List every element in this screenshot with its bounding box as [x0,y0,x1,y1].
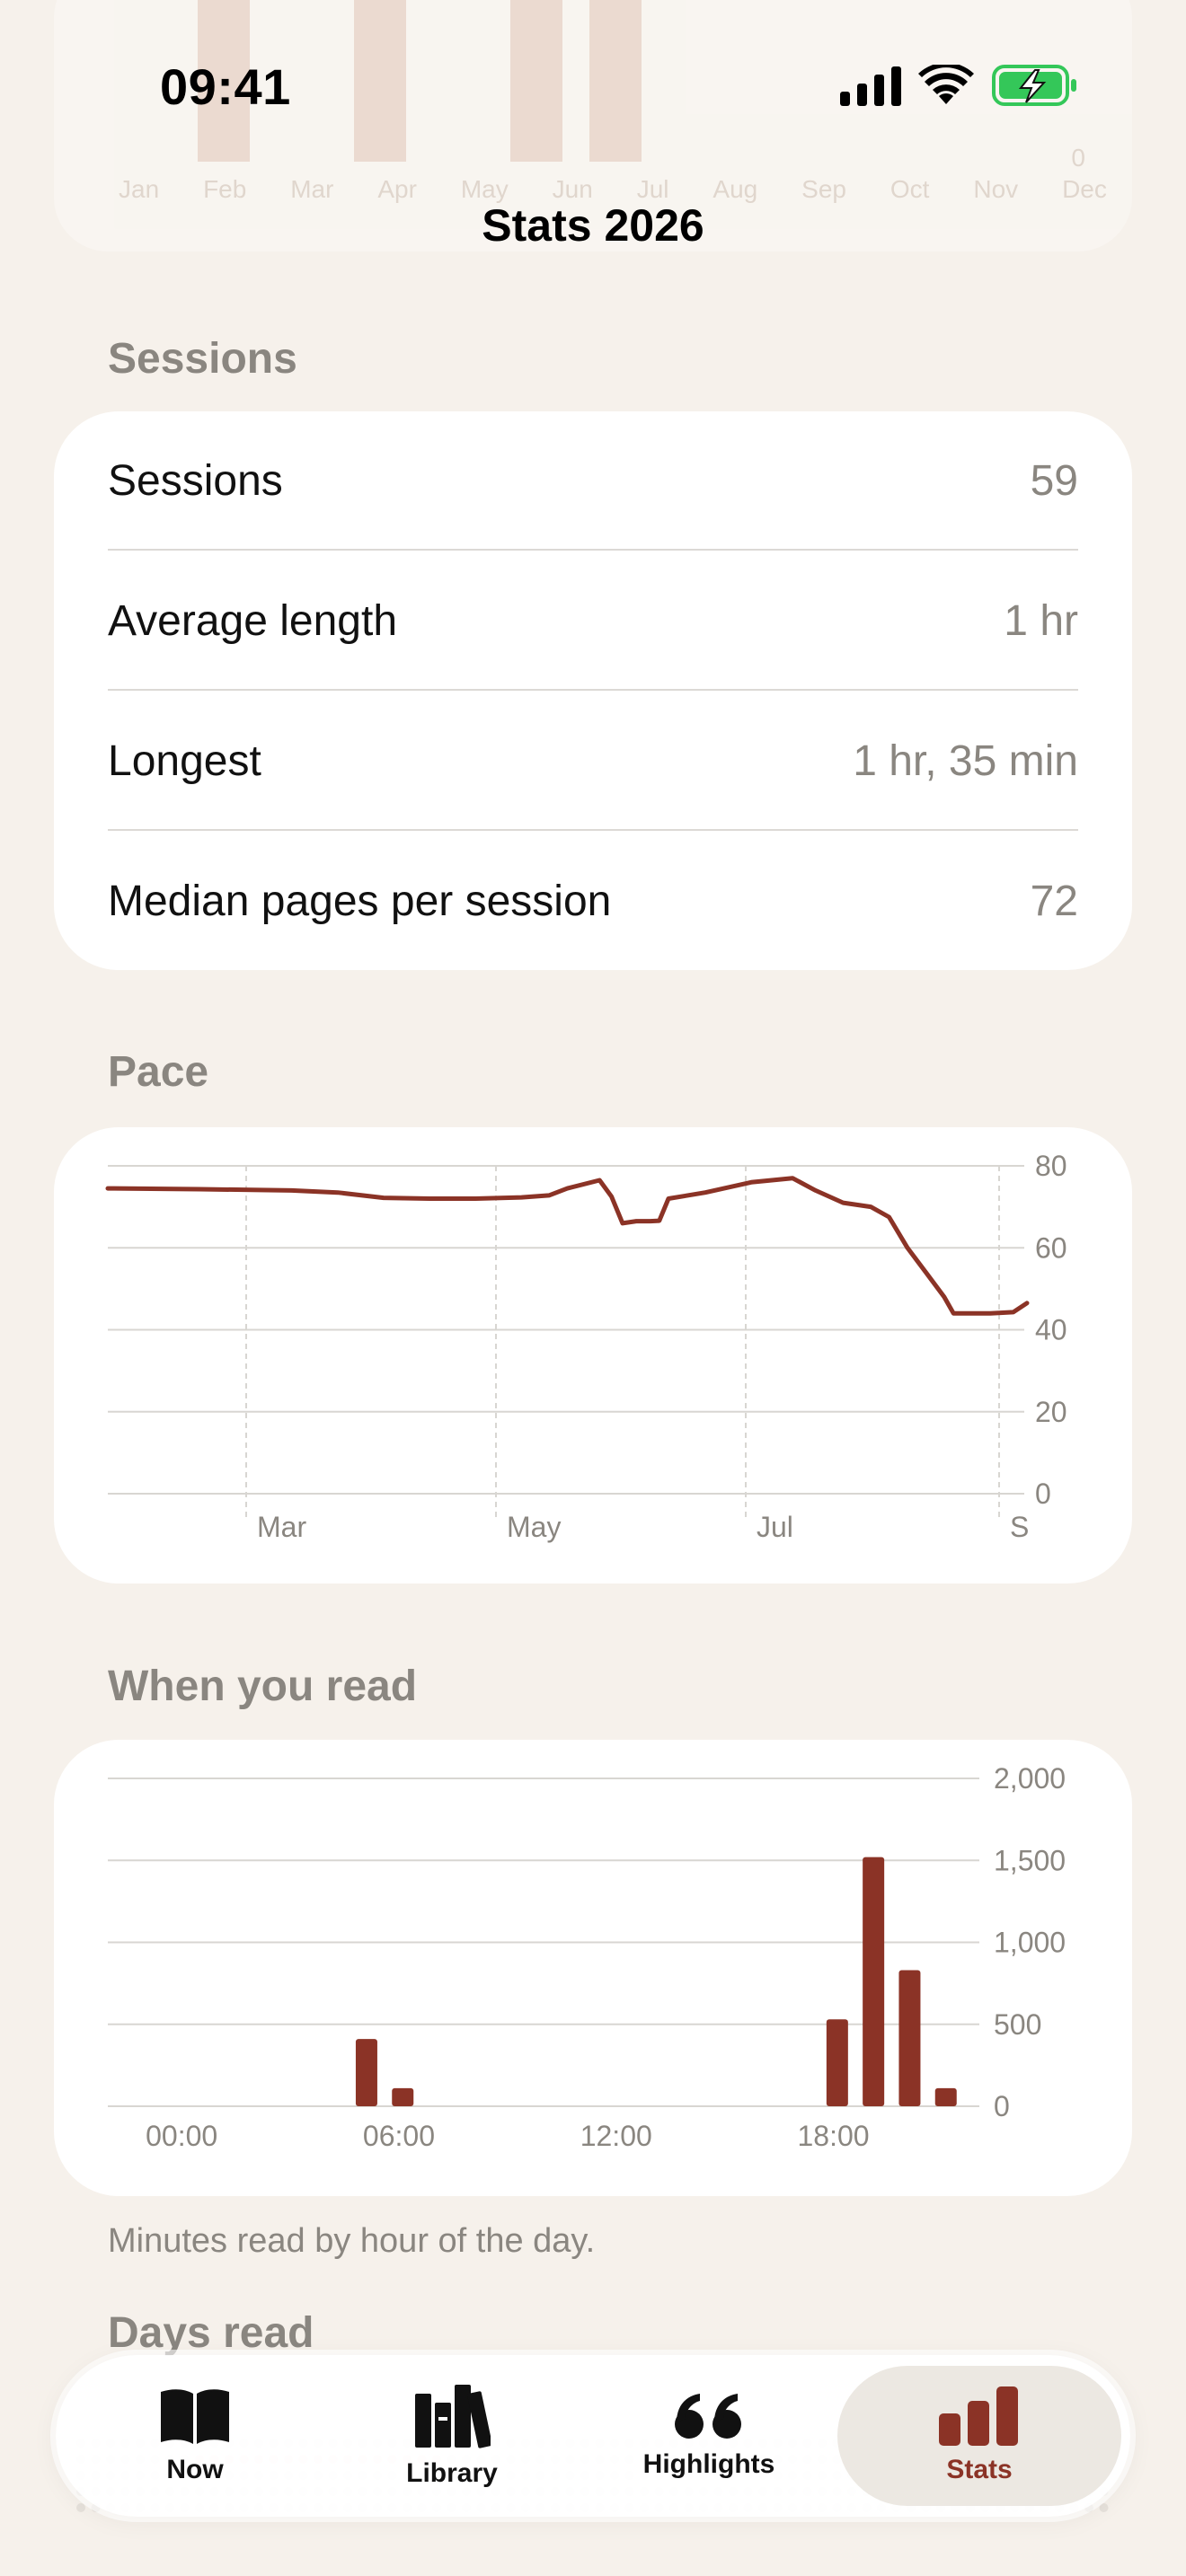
hour-bar [392,2087,414,2106]
hour-bar [863,1857,885,2106]
average-length-row: Average length 1 hr [108,551,1078,691]
divider [108,689,1078,691]
sessions-heading: Sessions [108,335,297,383]
longest-row: Longest 1 hr, 35 min [108,692,1078,831]
row-label: Median pages per session [108,878,612,925]
ghost-bar [589,0,642,162]
row-value: 1 hr [1004,597,1078,645]
row-label: Longest [108,737,261,785]
battery-charging-icon [992,65,1076,106]
pace-card: 0 20 40 60 80 Mar May Jul S [54,1127,1132,1584]
pace-heading: Pace [108,1048,209,1096]
row-value: 72 [1030,878,1078,925]
signal-icon [840,66,901,106]
x-tick-label: S [1010,1511,1029,1543]
y-tick-label: 60 [1035,1231,1067,1264]
x-tick-label: May [507,1511,561,1543]
ghost-zero-label: 0 [1071,144,1085,172]
books-icon [415,2385,491,2448]
tab-label: Now [166,2455,224,2484]
quote-icon [675,2394,741,2439]
y-tick-label: 1,000 [994,1927,1066,1959]
ghost-bar [354,0,406,162]
tab-now[interactable]: Now [92,2355,298,2517]
x-tick-label: 06:00 [363,2120,435,2152]
tab-stats[interactable]: Stats [863,2355,1096,2517]
chart-caption: Minutes read by hour of the day. [108,2222,596,2260]
hour-bar [898,1970,921,2106]
y-tick-label: 80 [1035,1150,1067,1182]
y-tick-label: 0 [994,2090,1010,2122]
tab-label: Stats [946,2455,1013,2484]
sessions-card: Sessions 59 Average length 1 hr Longest … [54,411,1132,970]
tab-label: Library [406,2458,498,2488]
y-tick-label: 500 [994,2008,1041,2041]
y-tick-label: 1,500 [994,1844,1066,1876]
ghost-bar [510,0,562,162]
heatmap-dot [76,2503,85,2512]
hour-bar [355,2039,377,2106]
y-tick-label: 40 [1035,1314,1067,1346]
divider [108,549,1078,551]
when-you-read-heading: When you read [108,1663,418,1710]
row-value: 59 [1030,457,1078,505]
hour-bar [934,2087,957,2106]
days-read-heading: Days read [108,2309,314,2357]
tab-library[interactable]: Library [349,2355,555,2517]
x-tick-label: 18:00 [798,2120,870,2152]
y-tick-label: 2,000 [994,1762,1066,1795]
row-label: Sessions [108,457,283,505]
wifi-icon [918,65,974,104]
y-tick-label: 20 [1035,1396,1067,1428]
hour-bar [826,2019,848,2106]
row-label: Average length [108,597,398,645]
tab-highlights[interactable]: Highlights [606,2355,812,2517]
tab-label: Highlights [642,2449,775,2479]
x-tick-label: 12:00 [580,2120,652,2152]
open-book-icon [161,2389,229,2444]
hourly-chart: 0 500 1,000 1,500 2,000 00:00 06:00 12:00 18:00 [108,1762,1066,2152]
median-pages-row: Median pages per session 72 [108,832,1078,971]
page-title: Stats 2026 [482,200,704,251]
x-tick-label: Mar [257,1511,306,1543]
bar-chart-icon [939,2386,1018,2446]
y-tick-label: 0 [1035,1478,1051,1510]
heatmap-dot [1099,2503,1109,2512]
row-value: 1 hr, 35 min [853,737,1078,785]
tab-bar: Now Library Highlights Stats [56,2355,1130,2517]
x-tick-label: Jul [757,1511,793,1543]
when-you-read-card: 0 500 1,000 1,500 2,000 00:00 06:00 12:00 18:00 [54,1740,1132,2196]
pace-chart: 0 20 40 60 80 Mar May Jul S [105,1150,1067,1543]
sessions-row: Sessions 59 [108,411,1078,551]
divider [108,829,1078,831]
status-time: 09:41 [160,58,291,115]
x-tick-label: 00:00 [146,2120,217,2152]
